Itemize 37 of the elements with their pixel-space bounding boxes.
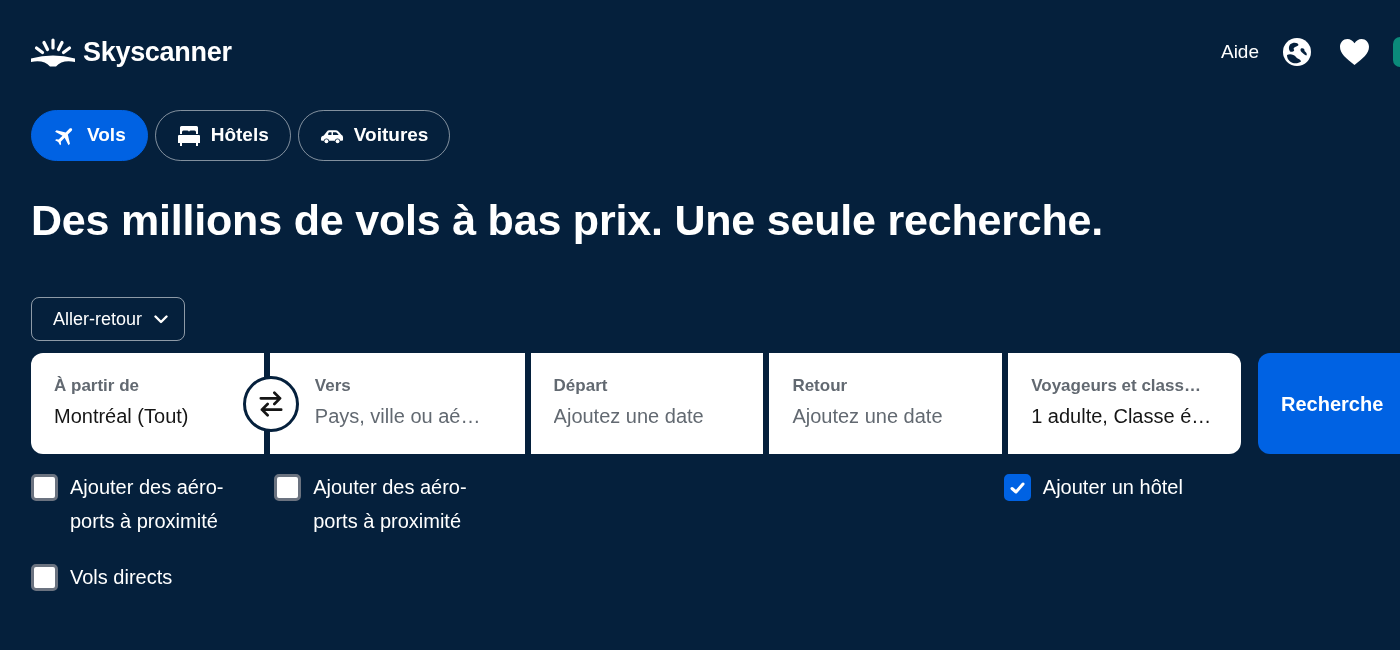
field-label: Retour [792, 375, 849, 397]
travelers-field[interactable]: Voyageurs et class… 1 adulte, Classe é… [1008, 353, 1241, 454]
globe-icon [1283, 38, 1311, 66]
destination-field[interactable]: Vers Pays, ville ou aé… [269, 353, 525, 454]
return-date-input[interactable]: Ajoutez une date [792, 403, 983, 429]
search-button[interactable]: Recherche [1258, 353, 1400, 454]
heart-icon [1340, 39, 1369, 65]
swap-arrows-icon [258, 391, 284, 417]
checkbox[interactable] [31, 474, 58, 501]
bed-icon [176, 124, 201, 147]
trip-type-dropdown[interactable]: Aller-retour [31, 297, 186, 341]
checkbox-label: Ajouter des aéro-ports à proximité [70, 475, 225, 534]
departure-date-input[interactable]: Ajoutez une date [553, 403, 744, 429]
logo-icon [31, 37, 75, 67]
chevron-down-icon [154, 314, 169, 324]
help-link[interactable]: Aide [1220, 37, 1259, 67]
field-label: Départ [553, 375, 609, 397]
checkbox[interactable] [1003, 474, 1031, 501]
departure-date-field[interactable]: Départ Ajoutez une date [530, 353, 764, 454]
checkbox[interactable] [274, 474, 302, 501]
checkbox-label: Ajouter des aéro-ports à proximité [313, 475, 468, 534]
origin-field[interactable]: À partir de Montréal (Tout) [31, 353, 264, 454]
avatar-icon[interactable] [1393, 37, 1400, 67]
category-tab[interactable]: Vols [31, 110, 148, 161]
destination-input[interactable]: Pays, ville ou aé… [314, 403, 505, 429]
checkbox-label: Ajouter un hôtel [1042, 475, 1183, 500]
field-label: Voyageurs et class… [1031, 375, 1202, 397]
checkbox[interactable] [31, 564, 58, 591]
check-icon [1009, 481, 1025, 494]
checkbox-label: Vols directs [70, 565, 173, 590]
travelers-input[interactable]: 1 adulte, Classe é… [1031, 403, 1221, 429]
field-label: À partir de [54, 375, 141, 397]
page-headline: Des millions de vols à bas prix. Une seule recherche. [31, 195, 1105, 246]
return-date-field[interactable]: Retour Ajoutez une date [769, 353, 1003, 454]
origin-input[interactable]: Montréal (Tout) [54, 403, 244, 429]
brand-name: Skyscanner [83, 36, 232, 69]
field-label: Vers [314, 375, 352, 397]
